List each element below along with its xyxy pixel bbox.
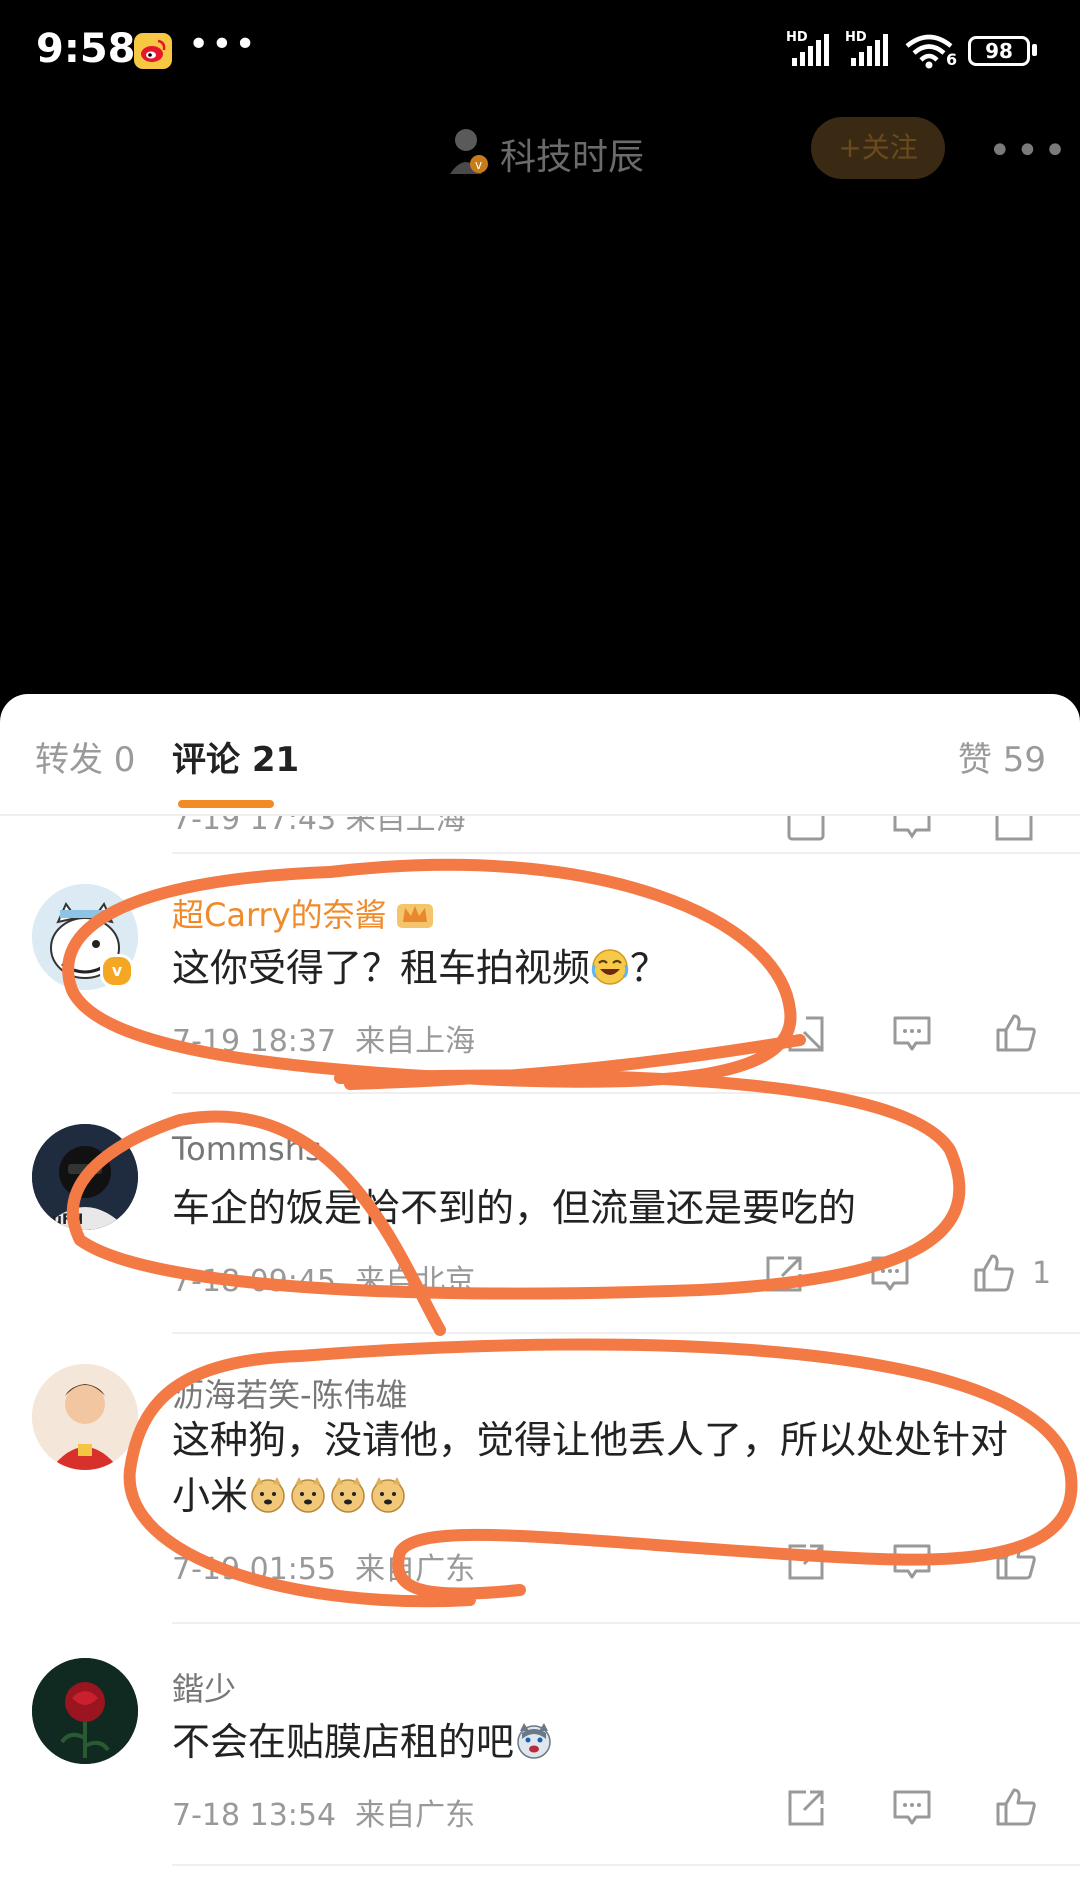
comment-text-main: 这你受得了？租车拍视频 — [172, 946, 591, 990]
comment-meta: 7-19 01:55 来自广东 — [172, 1544, 475, 1588]
comment-time: 7-19 01:55 — [172, 1552, 337, 1587]
comment-icon[interactable] — [892, 1788, 932, 1828]
author-name[interactable]: 科技时辰 — [500, 128, 644, 180]
battery-tip — [1032, 44, 1037, 56]
share-icon[interactable] — [786, 1542, 826, 1582]
avatar[interactable] — [32, 1658, 138, 1764]
comment-username[interactable]: 鍇少 — [172, 1664, 236, 1710]
wifi-label: 6 — [946, 50, 958, 69]
battery-icon: 98 — [968, 36, 1030, 66]
divider — [172, 1332, 1080, 1334]
comment-meta: 7-18 13:54 来自广东 — [172, 1790, 475, 1834]
husky-emoji — [517, 1723, 551, 1759]
comment-meta: 7-18 09:45 来自北京 — [172, 1256, 475, 1300]
share-icon[interactable] — [786, 1788, 826, 1828]
comment-time: 7-18 09:45 — [172, 1264, 337, 1299]
comment-text: 这你受得了？租车拍视频 ？ — [172, 940, 1042, 996]
comment-username[interactable]: 超Carry的奈酱 — [172, 890, 435, 936]
verified-badge: v — [100, 954, 134, 988]
weibo-icon — [134, 33, 172, 69]
svg-text:uFH: uFH — [52, 1212, 83, 1228]
svg-text:v: v — [475, 158, 482, 172]
comment-time: 7-19 18:37 — [172, 1024, 337, 1059]
tab-comment[interactable]: 评论 21 — [172, 732, 299, 781]
comment-text-tail: ？ — [630, 946, 669, 990]
tab-active-indicator — [178, 800, 274, 808]
comment-icon[interactable] — [892, 1542, 932, 1582]
more-button[interactable]: ••• — [988, 128, 1071, 174]
like-count: 1 — [1032, 1256, 1052, 1291]
status-time: 9:58 — [36, 26, 136, 72]
comment-meta: 7-19 18:37 来自上海 — [172, 1016, 475, 1060]
divider — [172, 1622, 1080, 1624]
like-icon[interactable] — [994, 1012, 1038, 1054]
crown-icon — [396, 904, 433, 928]
tab-like[interactable]: 赞 59 — [958, 732, 1046, 781]
comment-icon[interactable] — [870, 1254, 910, 1294]
doge-emoji — [251, 1477, 285, 1513]
laugh-cry-emoji — [591, 949, 629, 985]
comment-username[interactable]: 沥海若笑-陈伟雄 — [172, 1370, 408, 1416]
tab-bar: 转发 0 评论 21 赞 59 — [0, 694, 1080, 814]
author-avatar[interactable]: v — [446, 124, 490, 176]
comment-text-main: 不会在贴膜店租的吧 — [172, 1720, 515, 1764]
avatar[interactable] — [32, 1364, 138, 1470]
username-text: 超Carry的奈酱 — [172, 896, 387, 934]
like-icon[interactable] — [994, 1786, 1038, 1828]
doge-emoji — [371, 1477, 405, 1513]
share-icon[interactable] — [786, 816, 826, 842]
comment-text: 不会在贴膜店租的吧 — [172, 1714, 1042, 1770]
comment-location: 来自北京 — [355, 1264, 476, 1299]
status-more: ••• — [188, 24, 258, 65]
like-icon[interactable] — [972, 1252, 1016, 1294]
like-icon[interactable] — [994, 816, 1034, 842]
comment-location: 来自上海 — [355, 1024, 476, 1059]
comment-sheet: 转发 0 评论 21 赞 59 7-19 17:43 来自上海 v 超Carry… — [0, 694, 1080, 1881]
status-bar: 9:58 ••• HD HD 6 98 — [0, 0, 1080, 100]
divider — [172, 1092, 1080, 1094]
doge-emoji — [331, 1477, 365, 1513]
partial-comment-row: 7-19 17:43 来自上海 — [0, 816, 1080, 848]
video-header: v 科技时辰 +关注 ••• — [0, 100, 1080, 200]
share-icon[interactable] — [764, 1254, 804, 1294]
comment-icon[interactable] — [892, 816, 932, 842]
comment-text: 这种狗，没请他，觉得让他丢人了，所以处处针对小米 — [172, 1412, 1042, 1524]
battery-level: 98 — [985, 39, 1013, 63]
tab-repost[interactable]: 转发 0 — [35, 732, 135, 781]
comment-username[interactable]: Tommshs — [172, 1130, 322, 1168]
doge-emoji — [291, 1477, 325, 1513]
divider — [172, 852, 1080, 854]
comment-text: 车企的饭是恰不到的，但流量还是要吃的 — [172, 1186, 857, 1230]
comment-time: 7-18 13:54 — [172, 1798, 337, 1833]
comment-icon[interactable] — [892, 1014, 932, 1054]
share-icon[interactable] — [786, 1014, 826, 1054]
like-icon[interactable] — [994, 1540, 1038, 1582]
follow-button[interactable]: +关注 — [811, 117, 945, 179]
avatar[interactable]: uFH — [32, 1124, 138, 1230]
divider — [172, 1864, 1080, 1866]
comment-meta: 7-19 17:43 来自上海 — [172, 816, 466, 837]
comment-location: 来自广东 — [355, 1552, 476, 1587]
comment-location: 来自广东 — [355, 1798, 476, 1833]
